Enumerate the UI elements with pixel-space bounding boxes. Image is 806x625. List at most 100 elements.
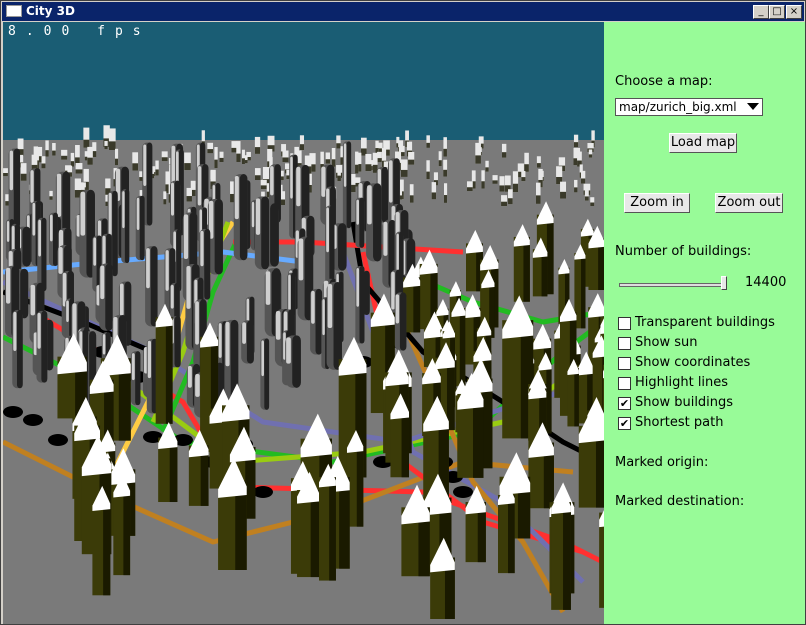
building [37, 312, 41, 349]
building [6, 220, 10, 242]
building [147, 340, 152, 379]
building [475, 155, 481, 164]
app-window: City 3D _ □ × 8.00 fps Choose a map: map… [0, 0, 806, 625]
building [501, 201, 508, 207]
checkbox-box[interactable] [618, 317, 631, 330]
building [218, 323, 222, 358]
building [184, 163, 191, 171]
building [466, 187, 473, 192]
building [261, 196, 270, 270]
building [399, 292, 407, 351]
building [255, 198, 261, 235]
building [363, 270, 370, 316]
building [356, 199, 360, 225]
minimize-button[interactable]: _ [753, 5, 769, 19]
building [383, 221, 388, 256]
buildings-count-label: Number of buildings: [615, 244, 752, 259]
building [103, 500, 111, 596]
building [426, 142, 430, 148]
building [108, 192, 112, 236]
title-bar[interactable]: City 3D _ □ × [2, 2, 804, 21]
building [197, 166, 202, 206]
building [49, 214, 53, 242]
checkbox-box[interactable] [618, 357, 631, 370]
building [580, 178, 586, 184]
building [367, 185, 372, 225]
building [66, 300, 69, 323]
building [186, 265, 191, 309]
building [146, 142, 153, 226]
building [83, 139, 90, 148]
zoom-in-button[interactable]: Zoom in [624, 193, 690, 213]
building [438, 160, 442, 167]
building [573, 142, 579, 148]
building [80, 191, 86, 236]
building [214, 159, 218, 169]
building [426, 171, 430, 180]
building [32, 202, 36, 236]
building [214, 198, 223, 275]
city-scene [3, 22, 604, 624]
building [234, 175, 239, 220]
building [265, 271, 271, 305]
buildings-slider[interactable] [619, 283, 726, 287]
building [298, 238, 304, 281]
building [395, 294, 400, 324]
building [524, 164, 529, 172]
station-marker [253, 486, 273, 498]
building [521, 177, 526, 182]
building [338, 223, 347, 271]
building [9, 150, 14, 191]
3d-city-viewport[interactable]: 8.00 fps [3, 22, 604, 624]
building [499, 185, 505, 192]
building [356, 443, 364, 527]
building [58, 247, 63, 274]
marked-destination-label: Marked destination: [615, 494, 745, 509]
station-marker [48, 434, 68, 446]
checkbox-box[interactable] [618, 377, 631, 390]
building [356, 267, 360, 307]
buildings-slider-handle[interactable] [720, 276, 727, 290]
building [299, 144, 305, 151]
station-marker [23, 414, 43, 426]
building [13, 148, 21, 228]
building [574, 187, 578, 193]
building [481, 181, 485, 189]
building [584, 196, 589, 201]
building [176, 229, 182, 292]
checkbox-box[interactable] [618, 337, 631, 350]
building [87, 157, 93, 165]
building [170, 182, 175, 216]
building [590, 202, 595, 207]
building [92, 151, 97, 158]
building [512, 183, 519, 193]
window-title: City 3D [26, 4, 75, 18]
station-marker [3, 406, 23, 418]
map-select[interactable]: map/zurich_big.xml [615, 98, 763, 116]
building [112, 190, 118, 277]
checkbox-box[interactable]: ✔ [618, 397, 631, 410]
building [329, 477, 336, 581]
building [195, 374, 200, 397]
building [581, 253, 586, 329]
choose-map-label: Choose a map: [615, 74, 713, 89]
checkbox-box[interactable]: ✔ [618, 417, 631, 430]
load-map-button[interactable]: Load map [669, 133, 737, 153]
close-button[interactable]: × [786, 5, 802, 19]
building [231, 147, 237, 153]
building [41, 217, 47, 292]
building [170, 284, 174, 309]
building [443, 195, 448, 203]
building [56, 173, 62, 217]
building [264, 338, 270, 410]
building [401, 408, 410, 478]
zoom-out-button[interactable]: Zoom out [715, 193, 783, 213]
building [225, 321, 230, 367]
building [132, 163, 139, 171]
control-panel: Choose a map: map/zurich_big.xml Load ma… [604, 22, 805, 624]
maximize-button[interactable]: □ [769, 5, 785, 19]
building [30, 284, 36, 316]
building [282, 157, 289, 163]
building [459, 308, 466, 387]
building [286, 337, 291, 364]
